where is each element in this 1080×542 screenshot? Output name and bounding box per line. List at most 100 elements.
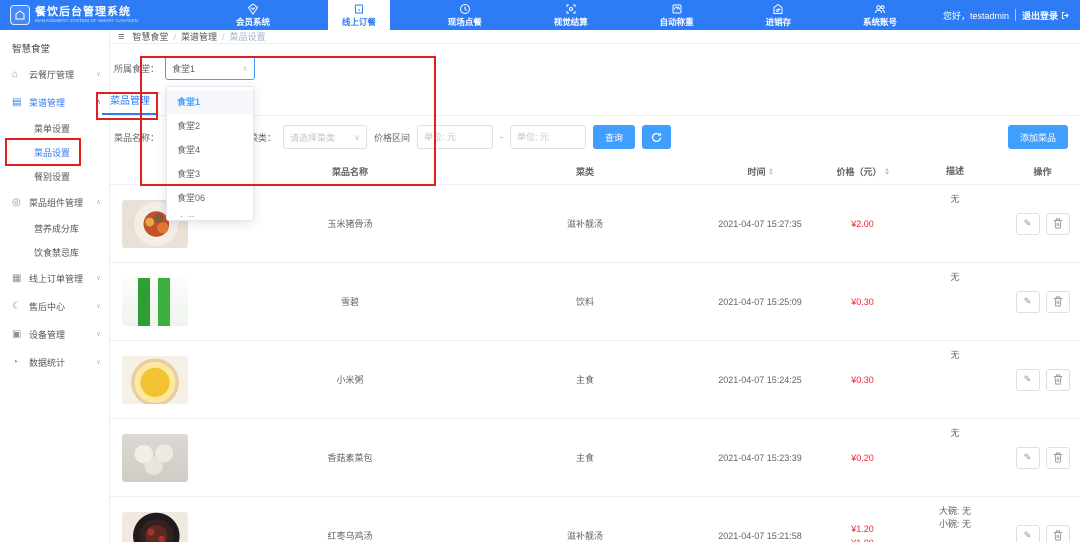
edit-icon: ✎ — [1024, 452, 1032, 463]
canteen-select[interactable]: 食堂1 ∧ — [165, 56, 255, 80]
dropdown-option[interactable]: 食堂06 — [167, 186, 253, 210]
inventory-icon — [772, 3, 784, 15]
edit-button[interactable]: ✎ — [1016, 447, 1040, 469]
sidebar-item-data-stats[interactable]: ◔ 数据统计 ∨ — [0, 348, 109, 376]
delete-button[interactable] — [1046, 447, 1070, 469]
user-greeting: 您好，testadmin — [943, 9, 1009, 22]
header-desc: 描述 — [905, 165, 1005, 178]
dish-category: 主食 — [470, 451, 700, 464]
dropdown-option[interactable]: 食堂4 — [167, 138, 253, 162]
nav-auto-weigh[interactable]: 自动称重 — [646, 0, 708, 30]
dish-category: 饮料 — [470, 295, 700, 308]
delete-button[interactable] — [1046, 369, 1070, 391]
sidebar-item-aftersale-center[interactable]: ☾ 售后中心 ∨ — [0, 292, 109, 320]
collapse-menu-icon[interactable]: ≡ — [118, 31, 124, 43]
price-min-input[interactable] — [417, 125, 493, 149]
sort-icon[interactable] — [769, 166, 773, 177]
edit-button[interactable]: ✎ — [1016, 291, 1040, 313]
edit-icon: ✎ — [1024, 296, 1032, 307]
edit-button[interactable]: ✎ — [1016, 213, 1040, 235]
sidebar-item-meal-settings[interactable]: 餐别设置 — [0, 164, 109, 188]
nav-system-account[interactable]: 系统账号 — [849, 0, 911, 30]
refresh-button[interactable] — [642, 125, 671, 149]
chevron-up-icon: ∧ — [96, 198, 101, 206]
delete-button[interactable] — [1046, 213, 1070, 235]
table-row: 红枣乌鸡汤 滋补靓汤 2021-04-07 15:21:58 ¥1.20¥1.0… — [110, 497, 1080, 542]
sidebar-item-dish-components[interactable]: ◎ 菜品组件管理 ∧ — [0, 188, 109, 216]
nav-vision-checkout[interactable]: 视觉结算 — [540, 0, 602, 30]
filter-row: 菜品名称： 菜类： 请选择菜类 ∨ 价格区间 - 查询 添加菜品 — [114, 125, 1080, 149]
logout-icon — [1061, 11, 1070, 20]
dish-image — [122, 356, 188, 404]
logout-button[interactable]: 退出登录 — [1022, 9, 1070, 22]
add-dish-button[interactable]: 添加菜品 — [1008, 125, 1068, 149]
breadcrumb-item[interactable]: 菜谱管理 — [181, 30, 217, 43]
breadcrumb-separator: / — [173, 32, 176, 42]
dish-price: ¥0.20 — [820, 451, 905, 465]
dine-in-icon — [459, 3, 471, 15]
breadcrumb-current: 菜品设置 — [229, 30, 265, 43]
sidebar-item-cloud-canteen[interactable]: ⌂ 云餐厅管理 ∨ — [0, 60, 109, 88]
component-icon: ◎ — [12, 197, 23, 208]
divider — [1015, 9, 1016, 21]
app-logo: 餐饮后台管理系统 MANAGEMENT SYSTEM OF SMART CANT… — [0, 0, 200, 30]
nav-online-order[interactable]: 线上订餐 — [328, 0, 390, 30]
sidebar-item-diet-taboo-library[interactable]: 饮食禁忌库 — [0, 240, 109, 264]
range-separator: - — [500, 132, 503, 142]
chevron-up-icon: ∧ — [96, 98, 101, 106]
edit-button[interactable]: ✎ — [1016, 369, 1040, 391]
dish-price: ¥0.30 — [820, 373, 905, 387]
search-button[interactable]: 查询 — [593, 125, 635, 149]
sidebar-item-nutrition-library[interactable]: 营养成分库 — [0, 216, 109, 240]
nav-dine-in[interactable]: 现场点餐 — [434, 0, 496, 30]
price-max-input[interactable] — [510, 125, 586, 149]
dish-category: 滋补靓汤 — [470, 217, 700, 230]
dish-image — [122, 278, 188, 326]
nav-inventory[interactable]: 进销存 — [752, 0, 806, 30]
sidebar-item-online-orders[interactable]: ▦ 线上订单管理 ∨ — [0, 264, 109, 292]
tab-bar: 菜品管理 — [110, 92, 1080, 116]
sidebar-item-menu-settings[interactable]: 菜单设置 — [0, 116, 109, 140]
dropdown-option[interactable]: 食堂3 — [167, 162, 253, 186]
tab-dish-management[interactable]: 菜品管理 — [102, 92, 158, 115]
dish-time: 2021-04-07 15:23:39 — [700, 453, 820, 463]
edit-button[interactable]: ✎ — [1016, 525, 1040, 542]
header-time[interactable]: 时间 — [700, 165, 820, 178]
stats-icon: ◔ — [12, 357, 23, 368]
delete-icon — [1053, 374, 1063, 385]
account-icon — [874, 3, 886, 15]
breadcrumb-item[interactable]: 智慧食堂 — [132, 30, 168, 43]
user-area: 您好，testadmin 退出登录 — [933, 0, 1080, 30]
dropdown-option[interactable]: 食堂2 — [167, 114, 253, 138]
dropdown-option-partial[interactable]: 食堂 — [167, 210, 253, 217]
sidebar-item-dish-settings[interactable]: 菜品设置 — [0, 140, 109, 164]
category-placeholder: 请选择菜类 — [290, 131, 335, 144]
dish-time: 2021-04-07 15:21:58 — [700, 531, 820, 541]
top-header: 餐饮后台管理系统 MANAGEMENT SYSTEM OF SMART CANT… — [0, 0, 1080, 30]
sidebar-item-device-mgmt[interactable]: ▣ 设备管理 ∨ — [0, 320, 109, 348]
header-name: 菜品名称 — [230, 165, 470, 178]
nav-member-system[interactable]: 会员系统 — [222, 0, 284, 30]
auto-weigh-icon — [671, 3, 683, 15]
delete-button[interactable] — [1046, 291, 1070, 313]
table-row: 雪碧 饮料 2021-04-07 15:25:09 ¥0.30 无 ✎ — [110, 263, 1080, 341]
header-price[interactable]: 价格（元） — [820, 165, 905, 179]
table-row: 玉米猪骨汤 滋补靓汤 2021-04-07 15:27:35 ¥2.00 无 ✎ — [110, 185, 1080, 263]
category-select[interactable]: 请选择菜类 ∨ — [283, 125, 367, 149]
monitor-icon: ▣ — [12, 329, 23, 340]
shop-icon: ⌂ — [12, 69, 23, 80]
dropdown-option[interactable]: 食堂1 — [167, 90, 253, 114]
delete-button[interactable] — [1046, 525, 1070, 542]
sidebar-item-recipe-mgmt[interactable]: ▤ 菜谱管理 ∧ — [0, 88, 109, 116]
dish-price: ¥0.30 — [820, 295, 905, 309]
price-range-label: 价格区间 — [374, 131, 410, 144]
chevron-down-icon: ∨ — [96, 302, 101, 310]
sort-icon[interactable] — [885, 166, 889, 177]
app-subtitle: MANAGEMENT SYSTEM OF SMART CANTEEN — [35, 19, 138, 24]
dish-category: 主食 — [470, 373, 700, 386]
top-nav: 会员系统 线上订餐 现场点餐 视觉结算 自动称重 进销存 系统账号 — [200, 0, 933, 30]
canteen-select-label: 所属食堂： — [114, 62, 159, 75]
chevron-down-icon: ∨ — [96, 358, 101, 366]
table-row: 香菇素菜包 主食 2021-04-07 15:23:39 ¥0.20 无 ✎ — [110, 419, 1080, 497]
edit-icon: ✎ — [1024, 374, 1032, 385]
